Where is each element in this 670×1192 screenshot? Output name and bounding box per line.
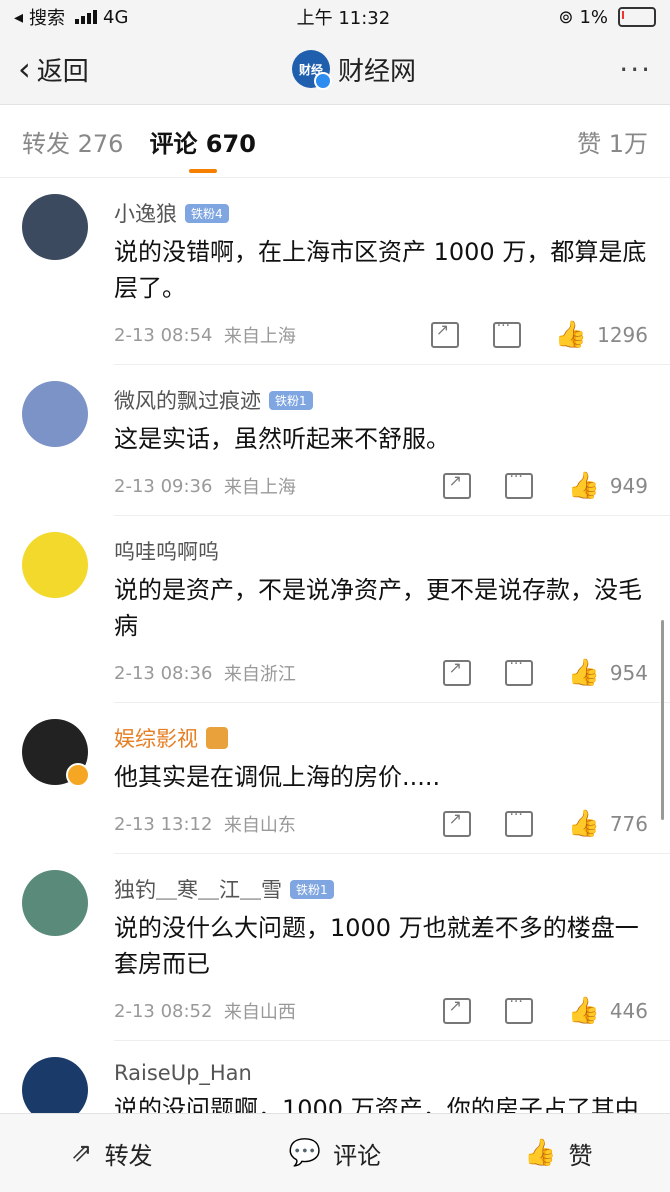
comment-text: 说的没错啊，在上海市区资产 1000 万，都算是底层了。: [114, 238, 647, 302]
fan-badge: 铁粉1: [269, 390, 313, 410]
account-avatar: 财经: [292, 50, 333, 90]
tab-comments[interactable]: 评论 670: [149, 124, 255, 159]
comment-list[interactable]: 小逸狼 铁粉4 说的没错啊，在上海市区资产 1000 万，都算是底层了。 2-13…: [0, 178, 670, 1114]
comment-text: 他其实是在调侃上海的房价.....: [114, 763, 441, 791]
reply-icon[interactable]: [492, 318, 521, 348]
like-button[interactable]: 👍 954: [567, 658, 648, 688]
comment-text: 说的是资产，不是说净资产，更不是说存款，没毛病: [114, 576, 642, 640]
comment-location: 来自山东: [223, 815, 296, 836]
back-label: 返回: [36, 56, 89, 87]
page-title: 财经网: [338, 56, 417, 87]
reply-icon[interactable]: [505, 807, 534, 837]
reply-icon[interactable]: [505, 656, 534, 686]
like-button[interactable]: 👍 446: [567, 996, 648, 1026]
avatar[interactable]: [22, 194, 88, 260]
avatar[interactable]: [22, 1057, 88, 1114]
fan-badge: 铁粉4: [185, 203, 229, 223]
thumb-up-icon: 👍: [567, 996, 600, 1026]
battery-percent: 1%: [579, 6, 608, 28]
comment-time: 2-13 08:52: [114, 1000, 213, 1022]
repost-icon: ⇗: [70, 1138, 93, 1168]
comment-meta: 2-13 09:36 来自上海 👍949: [114, 469, 648, 501]
avatar[interactable]: [22, 719, 90, 787]
battery-icon: [618, 7, 656, 27]
comment-author[interactable]: 独钓＿寒＿江＿雪 铁粉1: [114, 874, 648, 904]
comment-icon: 💬: [288, 1138, 322, 1168]
verified-icon: [314, 72, 333, 90]
carrier-label: 搜索: [29, 8, 66, 29]
comment-author[interactable]: 娱综影视: [114, 723, 648, 753]
thumb-up-icon: 👍: [567, 658, 600, 688]
repost-button[interactable]: ⇗ 转发: [0, 1136, 223, 1171]
share-icon[interactable]: [443, 471, 472, 499]
comment-time: 2-13 08:54: [114, 324, 213, 346]
reply-icon[interactable]: [505, 469, 534, 499]
crown-icon: [206, 727, 228, 749]
comment-item: 微风的飘过痕迹 铁粉1 这是实话，虽然听起来不舒服。 2-13 09:36 来自上…: [0, 365, 670, 516]
rotation-lock-icon: ⊚: [558, 6, 574, 28]
comment-meta: 2-13 13:12 来自山东 👍776: [114, 807, 648, 839]
comment-meta: 2-13 08:54 来自上海 👍1296: [114, 318, 648, 350]
comment-location: 来自上海: [223, 477, 296, 498]
verified-icon: [66, 763, 90, 787]
comment-location: 来自上海: [223, 326, 296, 347]
account-header[interactable]: 财经 财经网: [292, 50, 417, 90]
avatar[interactable]: [22, 381, 88, 447]
comment-item: 小逸狼 铁粉4 说的没错啊，在上海市区资产 1000 万，都算是底层了。 2-13…: [0, 178, 670, 365]
comment-meta: 2-13 08:52 来自山西 👍446: [114, 994, 648, 1026]
avatar[interactable]: [22, 532, 88, 598]
reply-icon[interactable]: [505, 994, 534, 1024]
network-label: 4G: [103, 6, 129, 28]
share-icon[interactable]: [443, 809, 472, 837]
tab-repost[interactable]: 转发 276: [22, 124, 123, 159]
back-button[interactable]: ‹ 返回: [18, 50, 89, 88]
status-bar: ◂ 搜索 4G 上午 11:32 ⊚ 1%: [0, 0, 670, 34]
chevron-left-icon: ‹: [18, 50, 31, 88]
like-button[interactable]: 👍 776: [567, 809, 648, 839]
share-icon[interactable]: [443, 658, 472, 686]
signal-icon: [75, 10, 98, 24]
comment-item: RaiseUp_Han 说的没问题啊，1000 万资产，你的房子占了其中多少，你…: [0, 1041, 670, 1114]
thumb-up-icon: 👍: [567, 809, 600, 839]
fan-badge: 铁粉1: [290, 879, 334, 899]
comment-author[interactable]: RaiseUp_Han: [114, 1061, 648, 1085]
comment-author[interactable]: 小逸狼 铁粉4: [114, 198, 648, 228]
tab-likes[interactable]: 赞 1万: [577, 124, 648, 159]
thumb-up-icon: 👍: [524, 1138, 557, 1168]
comment-item: 呜哇呜啊呜 说的是资产，不是说净资产，更不是说存款，没毛病 2-13 08:36…: [0, 516, 670, 703]
share-icon[interactable]: [443, 996, 472, 1024]
share-icon[interactable]: [430, 320, 459, 348]
comment-time: 2-13 09:36: [114, 475, 213, 497]
comment-time: 2-13 13:12: [114, 813, 213, 835]
back-arrow-icon: ◂: [14, 6, 24, 28]
like-button[interactable]: 👍 949: [567, 471, 648, 501]
comment-item: 娱综影视 他其实是在调侃上海的房价..... 2-13 13:12 来自山东 👍…: [0, 703, 670, 854]
thumb-up-icon: 👍: [567, 471, 600, 501]
scrollbar[interactable]: [661, 620, 664, 820]
clock: 上午 11:32: [296, 8, 391, 29]
bottom-toolbar: ⇗ 转发 💬 评论 👍 赞: [0, 1113, 670, 1192]
comment-button[interactable]: 💬 评论: [223, 1136, 446, 1171]
avatar[interactable]: [22, 870, 88, 936]
more-icon[interactable]: ···: [619, 53, 652, 86]
comment-location: 来自浙江: [223, 664, 296, 685]
like-post-button[interactable]: 👍 赞: [447, 1136, 670, 1171]
comment-time: 2-13 08:36: [114, 662, 213, 684]
comment-text: 说的没问题啊，1000 万资产，你的房子占了其中多少，你的银行卡有多少？除非你卖…: [114, 1095, 639, 1114]
thumb-up-icon: 👍: [554, 320, 588, 350]
comment-text: 说的没什么大问题，1000 万也就差不多的楼盘一套房而已: [114, 914, 639, 978]
comment-author[interactable]: 呜哇呜啊呜: [114, 536, 648, 566]
nav-bar: ‹ 返回 财经 财经网 ···: [0, 34, 670, 105]
comment-location: 来自山西: [223, 1002, 296, 1023]
tab-bar: 转发 276 评论 670 赞 1万: [0, 105, 670, 178]
comment-text: 这是实话，虽然听起来不舒服。: [114, 425, 450, 453]
comment-meta: 2-13 08:36 来自浙江 👍954: [114, 656, 648, 688]
like-button[interactable]: 👍 1296: [555, 320, 648, 350]
comment-author[interactable]: 微风的飘过痕迹 铁粉1: [114, 385, 648, 415]
comment-item: 独钓＿寒＿江＿雪 铁粉1 说的没什么大问题，1000 万也就差不多的楼盘一套房而已…: [0, 854, 670, 1041]
